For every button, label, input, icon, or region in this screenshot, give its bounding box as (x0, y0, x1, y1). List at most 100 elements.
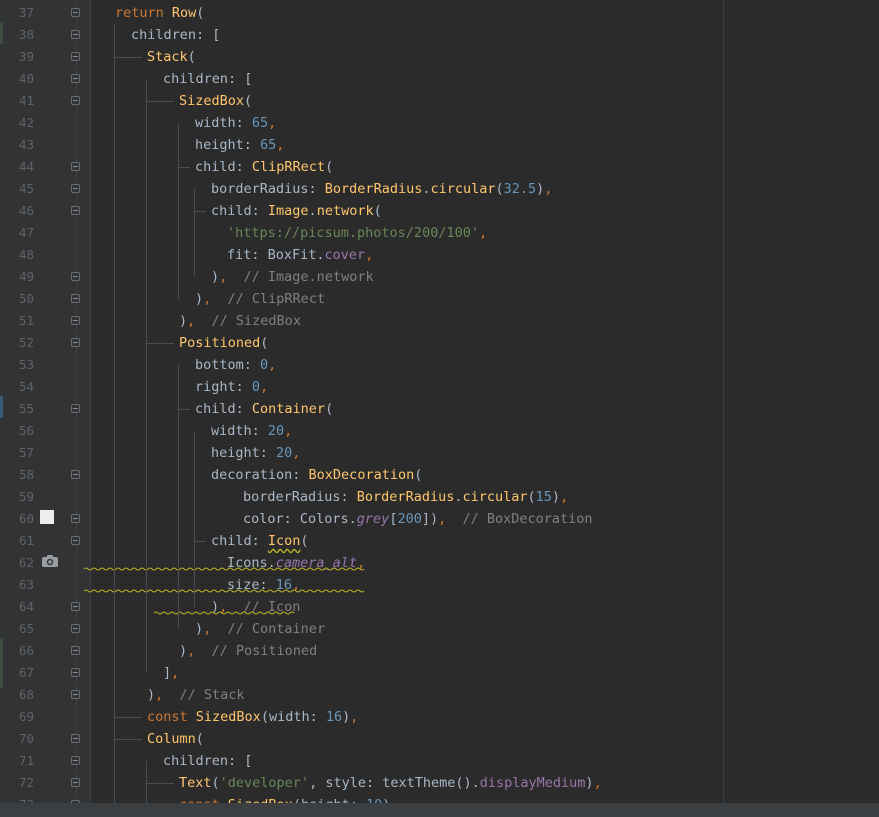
code-line[interactable]: 45 borderRadius: BorderRadius.circular(32… (0, 178, 879, 200)
code-line[interactable]: 52 Positioned( (0, 332, 879, 354)
code-line[interactable]: 37 return Row( (0, 2, 879, 24)
code-line[interactable]: 40 children: [ (0, 68, 879, 90)
code-line[interactable]: 59 borderRadius: BorderRadius.circular(15… (0, 486, 879, 508)
code-line[interactable]: 50), // ClipRRect (0, 288, 879, 310)
code-line[interactable]: 48 fit: BoxFit.cover, (0, 244, 879, 266)
fold-marker-icon[interactable] (71, 470, 80, 479)
line-number: 67 (18, 665, 34, 680)
code-line[interactable]: 58 decoration: BoxDecoration( (0, 464, 879, 486)
code-line[interactable]: 66), // Positioned (0, 640, 879, 662)
code-token: ( (414, 467, 423, 483)
code-token: (width: (260, 709, 326, 725)
code-token: ( (527, 489, 536, 505)
code-token: 65 (260, 137, 277, 153)
line-number: 44 (18, 159, 34, 174)
code-text: borderRadius: BorderRadius.circular(15), (243, 486, 568, 508)
code-token: children: [ (131, 27, 221, 43)
code-line[interactable]: 43 height: 65, (0, 134, 879, 156)
line-number: 60 (18, 511, 34, 526)
code-line[interactable]: 72 Text('developer', style: textTheme().d… (0, 772, 879, 794)
indent-guide (146, 761, 147, 803)
fold-marker-icon[interactable] (71, 646, 80, 655)
fold-marker-icon[interactable] (71, 96, 80, 105)
code-line[interactable]: 65), // Container (0, 618, 879, 640)
code-token: 0 (251, 379, 261, 395)
line-number: 42 (18, 115, 34, 130)
code-token: ) (585, 775, 594, 791)
line-number: 70 (18, 731, 34, 746)
code-line[interactable]: 67], (0, 662, 879, 684)
code-text: color: Colors.grey[200]), // BoxDecorati… (243, 508, 593, 530)
fold-marker-icon[interactable] (71, 690, 80, 699)
code-token: , (544, 181, 553, 197)
fold-marker-icon[interactable] (71, 316, 80, 325)
code-line[interactable]: 68), // Stack (0, 684, 879, 706)
code-line[interactable]: 56 width: 20, (0, 420, 879, 442)
line-number: 38 (18, 27, 34, 42)
code-line[interactable]: 55 child: Container( (0, 398, 879, 420)
code-token: color: Colors. (243, 511, 357, 527)
fold-marker-icon[interactable] (71, 514, 80, 523)
fold-marker-icon[interactable] (71, 162, 80, 171)
indent-guide (146, 79, 147, 673)
code-text: ), // Positioned (179, 640, 317, 662)
code-token: BoxDecoration (308, 467, 415, 483)
code-text: fit: BoxFit.cover, (227, 244, 373, 266)
fold-marker-icon[interactable] (71, 272, 80, 281)
code-token: bottom: (195, 357, 261, 373)
code-line[interactable]: 42 width: 65, (0, 112, 879, 134)
fold-marker-icon[interactable] (71, 52, 80, 61)
line-number: 52 (18, 335, 34, 350)
code-text: 'https://picsum.photos/200/100', (227, 222, 487, 244)
fold-marker-icon[interactable] (71, 778, 80, 787)
fold-marker-icon[interactable] (71, 602, 80, 611)
code-line[interactable]: 49), // Image.network (0, 266, 879, 288)
code-line[interactable]: 38 children: [ (0, 24, 879, 46)
code-token: 15 (535, 489, 552, 505)
code-line[interactable]: 60 color: Colors.grey[200]), // BoxDecora… (0, 508, 879, 530)
code-text: ], (163, 662, 179, 684)
fold-marker-icon[interactable] (71, 404, 80, 413)
code-line[interactable]: 53 bottom: 0, (0, 354, 879, 376)
code-token: ( (300, 533, 309, 549)
code-token: ( (195, 731, 204, 747)
code-text: Text('developer', style: textTheme().dis… (179, 772, 602, 794)
code-token: ( (244, 93, 253, 109)
fold-marker-icon[interactable] (71, 74, 80, 83)
code-line[interactable]: 54 right: 0, (0, 376, 879, 398)
fold-marker-icon[interactable] (71, 536, 80, 545)
warning-underline (84, 589, 364, 593)
line-number: 69 (18, 709, 34, 724)
code-text: width: 65, (195, 112, 276, 134)
line-number: 53 (18, 357, 34, 372)
code-line[interactable]: 57 height: 20, (0, 442, 879, 464)
fold-marker-icon[interactable] (71, 338, 80, 347)
code-token: circular (430, 181, 496, 197)
code-text: child: Icon( (211, 530, 309, 552)
fold-marker-icon[interactable] (71, 734, 80, 743)
fold-marker-icon[interactable] (71, 668, 80, 677)
code-line[interactable]: 44 child: ClipRRect( (0, 156, 879, 178)
fold-marker-icon[interactable] (71, 294, 80, 303)
code-token: // Positioned (195, 643, 318, 659)
code-token: width: (195, 115, 252, 131)
code-token: Stack (147, 49, 188, 65)
bookmark-square-icon[interactable] (40, 510, 54, 524)
code-line[interactable]: 47 'https://picsum.photos/200/100', (0, 222, 879, 244)
code-token: ) (551, 489, 561, 505)
fold-marker-icon[interactable] (71, 184, 80, 193)
code-line[interactable]: 61 child: Icon( (0, 530, 879, 552)
code-token: 16 (325, 709, 343, 725)
fold-marker-icon[interactable] (71, 8, 80, 17)
code-line[interactable]: 71 children: [ (0, 750, 879, 772)
indent-guide (194, 431, 195, 607)
fold-marker-icon[interactable] (71, 624, 80, 633)
code-line[interactable]: 46 child: Image.network( (0, 200, 879, 222)
fold-marker-icon[interactable] (71, 30, 80, 39)
code-line[interactable]: 41 SizedBox( (0, 90, 879, 112)
code-token: child: (195, 159, 252, 175)
fold-marker-icon[interactable] (71, 756, 80, 765)
fold-marker-icon[interactable] (71, 206, 80, 215)
horizontal-scrollbar[interactable] (0, 803, 879, 817)
code-line[interactable]: 51), // SizedBox (0, 310, 879, 332)
